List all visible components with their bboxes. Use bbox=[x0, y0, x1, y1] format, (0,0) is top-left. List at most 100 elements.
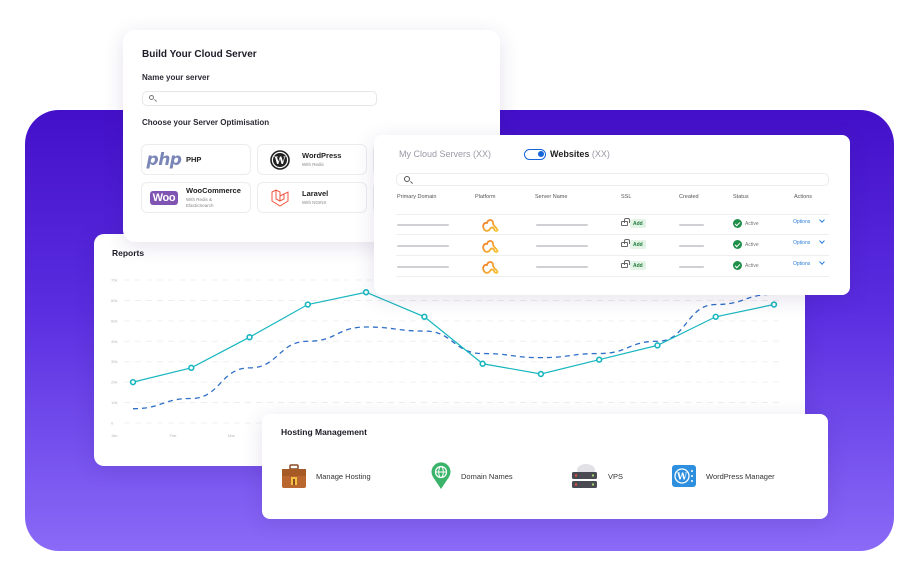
option-wordpress[interactable]: W WordPress With Redis bbox=[257, 144, 367, 175]
primary-domain-placeholder bbox=[397, 245, 449, 247]
tab-websites[interactable]: Websites (XX) bbox=[550, 149, 610, 159]
wordpress-manager-link[interactable]: W WordPress Manager bbox=[671, 462, 775, 490]
column-header: Platform bbox=[475, 194, 496, 200]
series-a-point[interactable] bbox=[770, 301, 778, 308]
tab-websites-label: Websites bbox=[550, 149, 590, 159]
websites-search-input[interactable] bbox=[396, 173, 829, 186]
series-b-line bbox=[132, 293, 775, 410]
lock-icon bbox=[621, 239, 630, 247]
wordpress-manager-label: WordPress Manager bbox=[706, 471, 775, 481]
created-placeholder bbox=[679, 245, 704, 247]
laravel-logo-icon bbox=[264, 188, 296, 208]
tab-websites-count: (XX) bbox=[591, 149, 610, 159]
option-name: PHP bbox=[186, 155, 202, 164]
option-subtitle: With Redis bbox=[302, 162, 324, 168]
tab-my-cloud-servers[interactable]: My Cloud Servers (XX) bbox=[399, 149, 491, 159]
manage-hosting-link[interactable]: Manage Hosting bbox=[281, 462, 371, 490]
hosting-management-title: Hosting Management bbox=[281, 427, 367, 437]
y-tick-label: 50k bbox=[111, 318, 117, 323]
options-dropdown[interactable]: Options bbox=[793, 219, 810, 225]
chevron-down-icon[interactable] bbox=[819, 259, 825, 265]
hosting-management-card: Hosting Management Manage Hosting Domain… bbox=[262, 414, 828, 519]
series-a-point[interactable] bbox=[712, 313, 719, 320]
series-a-point[interactable] bbox=[362, 289, 370, 296]
build-server-title: Build Your Cloud Server bbox=[142, 49, 257, 60]
search-icon bbox=[404, 176, 410, 182]
vps-label: VPS bbox=[608, 471, 624, 481]
table-row: Add Active Options bbox=[396, 257, 829, 277]
manage-hosting-label: Manage Hosting bbox=[316, 471, 371, 481]
table-row: Add Active Options bbox=[396, 236, 829, 256]
column-header: SSL bbox=[621, 194, 632, 200]
series-a-point[interactable] bbox=[537, 370, 545, 378]
series-a-line bbox=[132, 291, 775, 383]
series-a-point[interactable] bbox=[304, 301, 312, 308]
series-a-point[interactable] bbox=[421, 313, 428, 320]
briefcase-icon bbox=[282, 464, 306, 488]
wordpress-logo-icon: W bbox=[264, 149, 296, 170]
options-dropdown[interactable]: Options bbox=[793, 240, 810, 246]
option-php[interactable]: php PHP bbox=[141, 144, 251, 175]
column-header: Server Name bbox=[535, 194, 568, 200]
column-header: Status bbox=[733, 194, 749, 200]
status-badge: Active bbox=[745, 221, 759, 227]
domain-names-link[interactable]: Domain Names bbox=[430, 462, 513, 490]
x-tick-label: Mar bbox=[228, 433, 236, 438]
ssl-add-button[interactable]: Add bbox=[630, 219, 646, 228]
vps-link[interactable]: VPS bbox=[571, 462, 623, 490]
y-tick-label: 10k bbox=[111, 400, 117, 405]
cloud-infinity-icon bbox=[482, 261, 499, 274]
wordpress-manager-icon: W bbox=[672, 465, 696, 487]
primary-domain-placeholder bbox=[397, 266, 449, 268]
server-name-input[interactable] bbox=[142, 91, 377, 106]
server-name-placeholder bbox=[536, 224, 588, 226]
cloud-infinity-icon bbox=[482, 219, 499, 232]
series-a-point[interactable] bbox=[129, 378, 137, 386]
table-row: Add Active Options bbox=[396, 215, 829, 235]
option-woocommerce[interactable]: Woo WooCommerce With Redis & ElasticSear… bbox=[141, 182, 251, 213]
ssl-add-button[interactable]: Add bbox=[630, 240, 646, 249]
lock-icon bbox=[621, 218, 630, 226]
server-name-label: Name your server bbox=[142, 73, 210, 82]
x-tick-label: Jan bbox=[111, 433, 117, 438]
option-laravel[interactable]: Laravel With NGINX bbox=[257, 182, 367, 213]
y-tick-label: 40k bbox=[111, 339, 117, 344]
status-badge: Active bbox=[745, 242, 759, 248]
woocommerce-logo-icon: Woo bbox=[148, 190, 180, 205]
server-cloud-icon bbox=[572, 464, 597, 488]
check-circle-icon bbox=[733, 240, 742, 249]
chevron-down-icon[interactable] bbox=[819, 217, 825, 223]
options-dropdown[interactable]: Options bbox=[793, 261, 810, 267]
created-placeholder bbox=[679, 266, 704, 268]
y-tick-label: 30k bbox=[111, 359, 117, 364]
y-tick-label: 70k bbox=[111, 278, 117, 283]
series-a-point[interactable] bbox=[479, 360, 486, 367]
option-subtitle: With NGINX bbox=[302, 200, 327, 206]
cloud-infinity-icon bbox=[482, 240, 499, 253]
series-a-point[interactable] bbox=[246, 333, 253, 341]
php-logo-icon: php bbox=[146, 149, 182, 170]
y-tick-label: 0 bbox=[111, 421, 114, 426]
option-name: Laravel bbox=[302, 189, 329, 199]
check-circle-icon bbox=[733, 219, 742, 228]
websites-toggle[interactable] bbox=[524, 149, 546, 160]
column-header: Primary Domain bbox=[397, 194, 437, 200]
domain-names-label: Domain Names bbox=[461, 471, 513, 481]
series-a-point[interactable] bbox=[654, 342, 661, 349]
server-name-placeholder bbox=[536, 266, 588, 268]
svg-text:W: W bbox=[676, 473, 688, 483]
primary-domain-placeholder bbox=[397, 224, 449, 226]
series-a-point[interactable] bbox=[188, 364, 195, 372]
search-icon bbox=[149, 95, 154, 100]
option-subtitle: With Redis & ElasticSearch bbox=[186, 197, 214, 208]
option-name: WooCommerce bbox=[186, 186, 241, 196]
chevron-down-icon[interactable] bbox=[819, 238, 825, 244]
y-tick-label: 20k bbox=[111, 380, 117, 385]
column-header: Actions bbox=[794, 194, 813, 200]
lock-icon bbox=[621, 260, 630, 268]
ssl-add-button[interactable]: Add bbox=[630, 261, 646, 270]
series-a-point[interactable] bbox=[595, 356, 603, 363]
option-name: WordPress bbox=[302, 151, 342, 161]
y-tick-label: 60k bbox=[111, 298, 117, 303]
x-tick-label: Feb bbox=[170, 433, 178, 438]
